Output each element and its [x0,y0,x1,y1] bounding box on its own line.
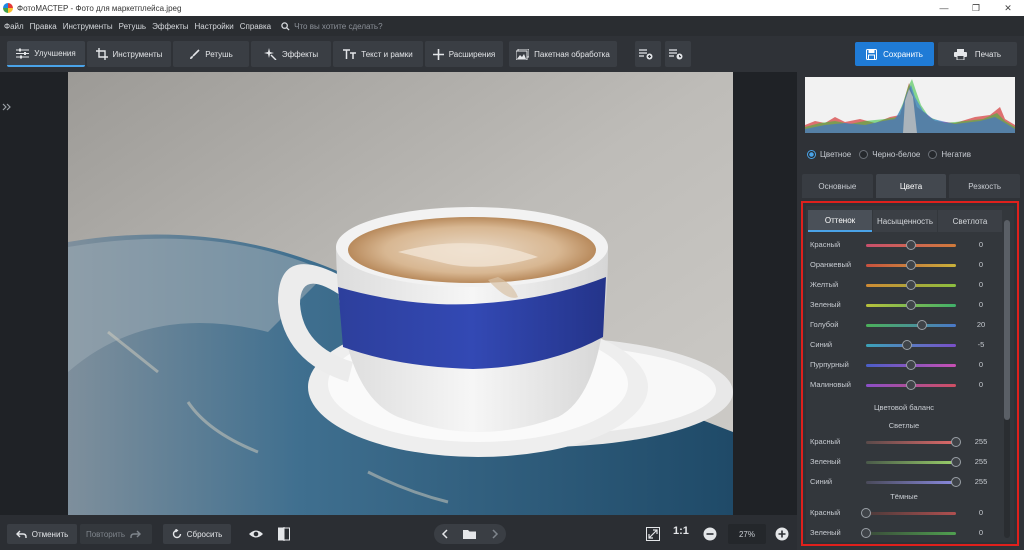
tab-extensions-label: Расширения [448,49,496,59]
tab-extensions[interactable]: Расширения [425,41,503,67]
batch-processing-button[interactable]: Пакетная обработка [509,41,617,67]
folder-icon[interactable] [463,529,477,539]
menu-tools[interactable]: Инструменты [63,22,113,31]
list-clock-icon [668,49,682,60]
histogram-graph [805,79,1015,133]
mode-negative-label: Негатив [941,150,971,159]
menu-search[interactable]: Что вы хотите сделать? [281,21,383,31]
minimize-button[interactable]: — [928,0,960,16]
menu-bar: Файл Правка Инструменты Ретушь Эффекты Н… [0,16,1024,36]
batch-icon [516,48,530,60]
plus-circle-icon [775,527,789,541]
highlight-frame [801,201,1019,546]
fit-to-screen-button[interactable] [643,524,663,544]
search-icon [281,21,290,31]
tab-enhancements[interactable]: Улучшения [7,41,85,67]
mode-color-label: Цветное [820,150,852,159]
eye-icon [249,530,263,538]
tab-text-frames-label: Текст и рамки [361,49,413,59]
floppy-icon [866,48,878,60]
crop-icon [95,48,108,60]
tab-tools-label: Инструменты [112,49,163,59]
menu-help[interactable]: Справка [240,22,271,31]
save-button[interactable]: Сохранить [855,42,934,66]
radio-negative[interactable] [928,150,938,159]
main-toolbar: Улучшения Инструменты Ретушь Эффекты Тек… [0,36,1024,72]
print-button[interactable]: Печать [938,42,1017,66]
compare-icon [278,527,290,541]
zoom-level[interactable]: 27% [728,524,766,544]
tab-basic[interactable]: Основные [802,174,873,198]
coffee-cup-photo [68,72,733,515]
close-button[interactable]: ✕ [992,0,1024,16]
reset-label: Сбросить [186,529,223,539]
redo-label: Повторить [85,529,126,539]
menu-file[interactable]: Файл [4,22,24,31]
bottom-bar: Отменить Повторить Сбросить 1:1 27% [0,515,797,550]
save-label: Сохранить [883,49,923,59]
tab-enhancements-label: Улучшения [34,48,76,58]
photo-workspace [0,72,797,515]
double-chevron-right-icon [2,103,11,111]
add-preset-button[interactable] [635,41,661,67]
tab-retouch[interactable]: Ретушь [173,41,249,67]
mode-color[interactable]: Цветное [807,150,851,159]
tab-tools[interactable]: Инструменты [87,41,171,67]
app-logo-icon [3,3,13,13]
panel-tabs: Основные Цвета Резкость [802,174,1021,198]
text-icon [343,48,357,59]
prev-photo-icon[interactable] [441,529,449,539]
brush-icon [190,48,200,59]
window-controls: — ❐ ✕ [928,0,1024,16]
tab-text-frames[interactable]: Текст и рамки [333,41,423,67]
redo-icon [130,530,142,538]
compare-button[interactable] [274,524,294,544]
photo-navigation [434,524,506,544]
tab-effects[interactable]: Эффекты [251,41,331,67]
color-mode-group: Цветное Черно-белое Негатив [807,150,979,159]
fit-screen-icon [646,527,660,541]
reset-icon [172,529,181,539]
menu-effects[interactable]: Эффекты [152,22,188,31]
mode-bw-label: Черно-белое [872,150,921,159]
preview-toggle-button[interactable] [246,524,266,544]
tab-retouch-label: Ретушь [205,49,233,59]
menu-edit[interactable]: Правка [30,22,57,31]
redo-button[interactable]: Повторить [80,524,152,544]
printer-icon [953,48,967,60]
plus-icon [432,48,444,60]
tab-effects-label: Эффекты [281,49,319,59]
minus-circle-icon [703,527,717,541]
zoom-out-button[interactable] [700,524,720,544]
menu-settings[interactable]: Настройки [194,22,233,31]
next-photo-icon[interactable] [491,529,499,539]
undo-icon [15,530,27,538]
title-bar: ФотоМАСТЕР - Фото для маркетплейса.jpeg … [0,0,1024,16]
search-placeholder: Что вы хотите сделать? [294,21,383,31]
tab-colors[interactable]: Цвета [875,174,947,198]
expand-left-panel-button[interactable] [2,102,14,114]
print-label: Печать [974,49,1002,59]
radio-color[interactable] [807,150,816,159]
sparkle-icon [263,48,277,60]
zoom-in-button[interactable] [772,524,792,544]
histogram [805,77,1015,133]
sliders-icon [16,48,30,58]
tab-sharpness[interactable]: Резкость [949,174,1021,198]
mode-bw[interactable]: Черно-белое [859,150,920,159]
batch-processing-label: Пакетная обработка [534,49,610,59]
maximize-button[interactable]: ❐ [960,0,992,16]
mode-negative[interactable]: Негатив [928,150,971,159]
window-title: ФотоМАСТЕР - Фото для маркетплейса.jpeg [17,3,182,13]
actual-size-button[interactable]: 1:1 [673,525,689,537]
reset-button[interactable]: Сбросить [163,524,231,544]
photo-canvas[interactable] [68,72,733,515]
menu-retouch[interactable]: Ретушь [119,22,147,31]
radio-bw[interactable] [859,150,869,159]
undo-button[interactable]: Отменить [7,524,77,544]
history-button[interactable] [665,41,691,67]
list-add-icon [638,49,652,60]
undo-label: Отменить [31,529,69,539]
